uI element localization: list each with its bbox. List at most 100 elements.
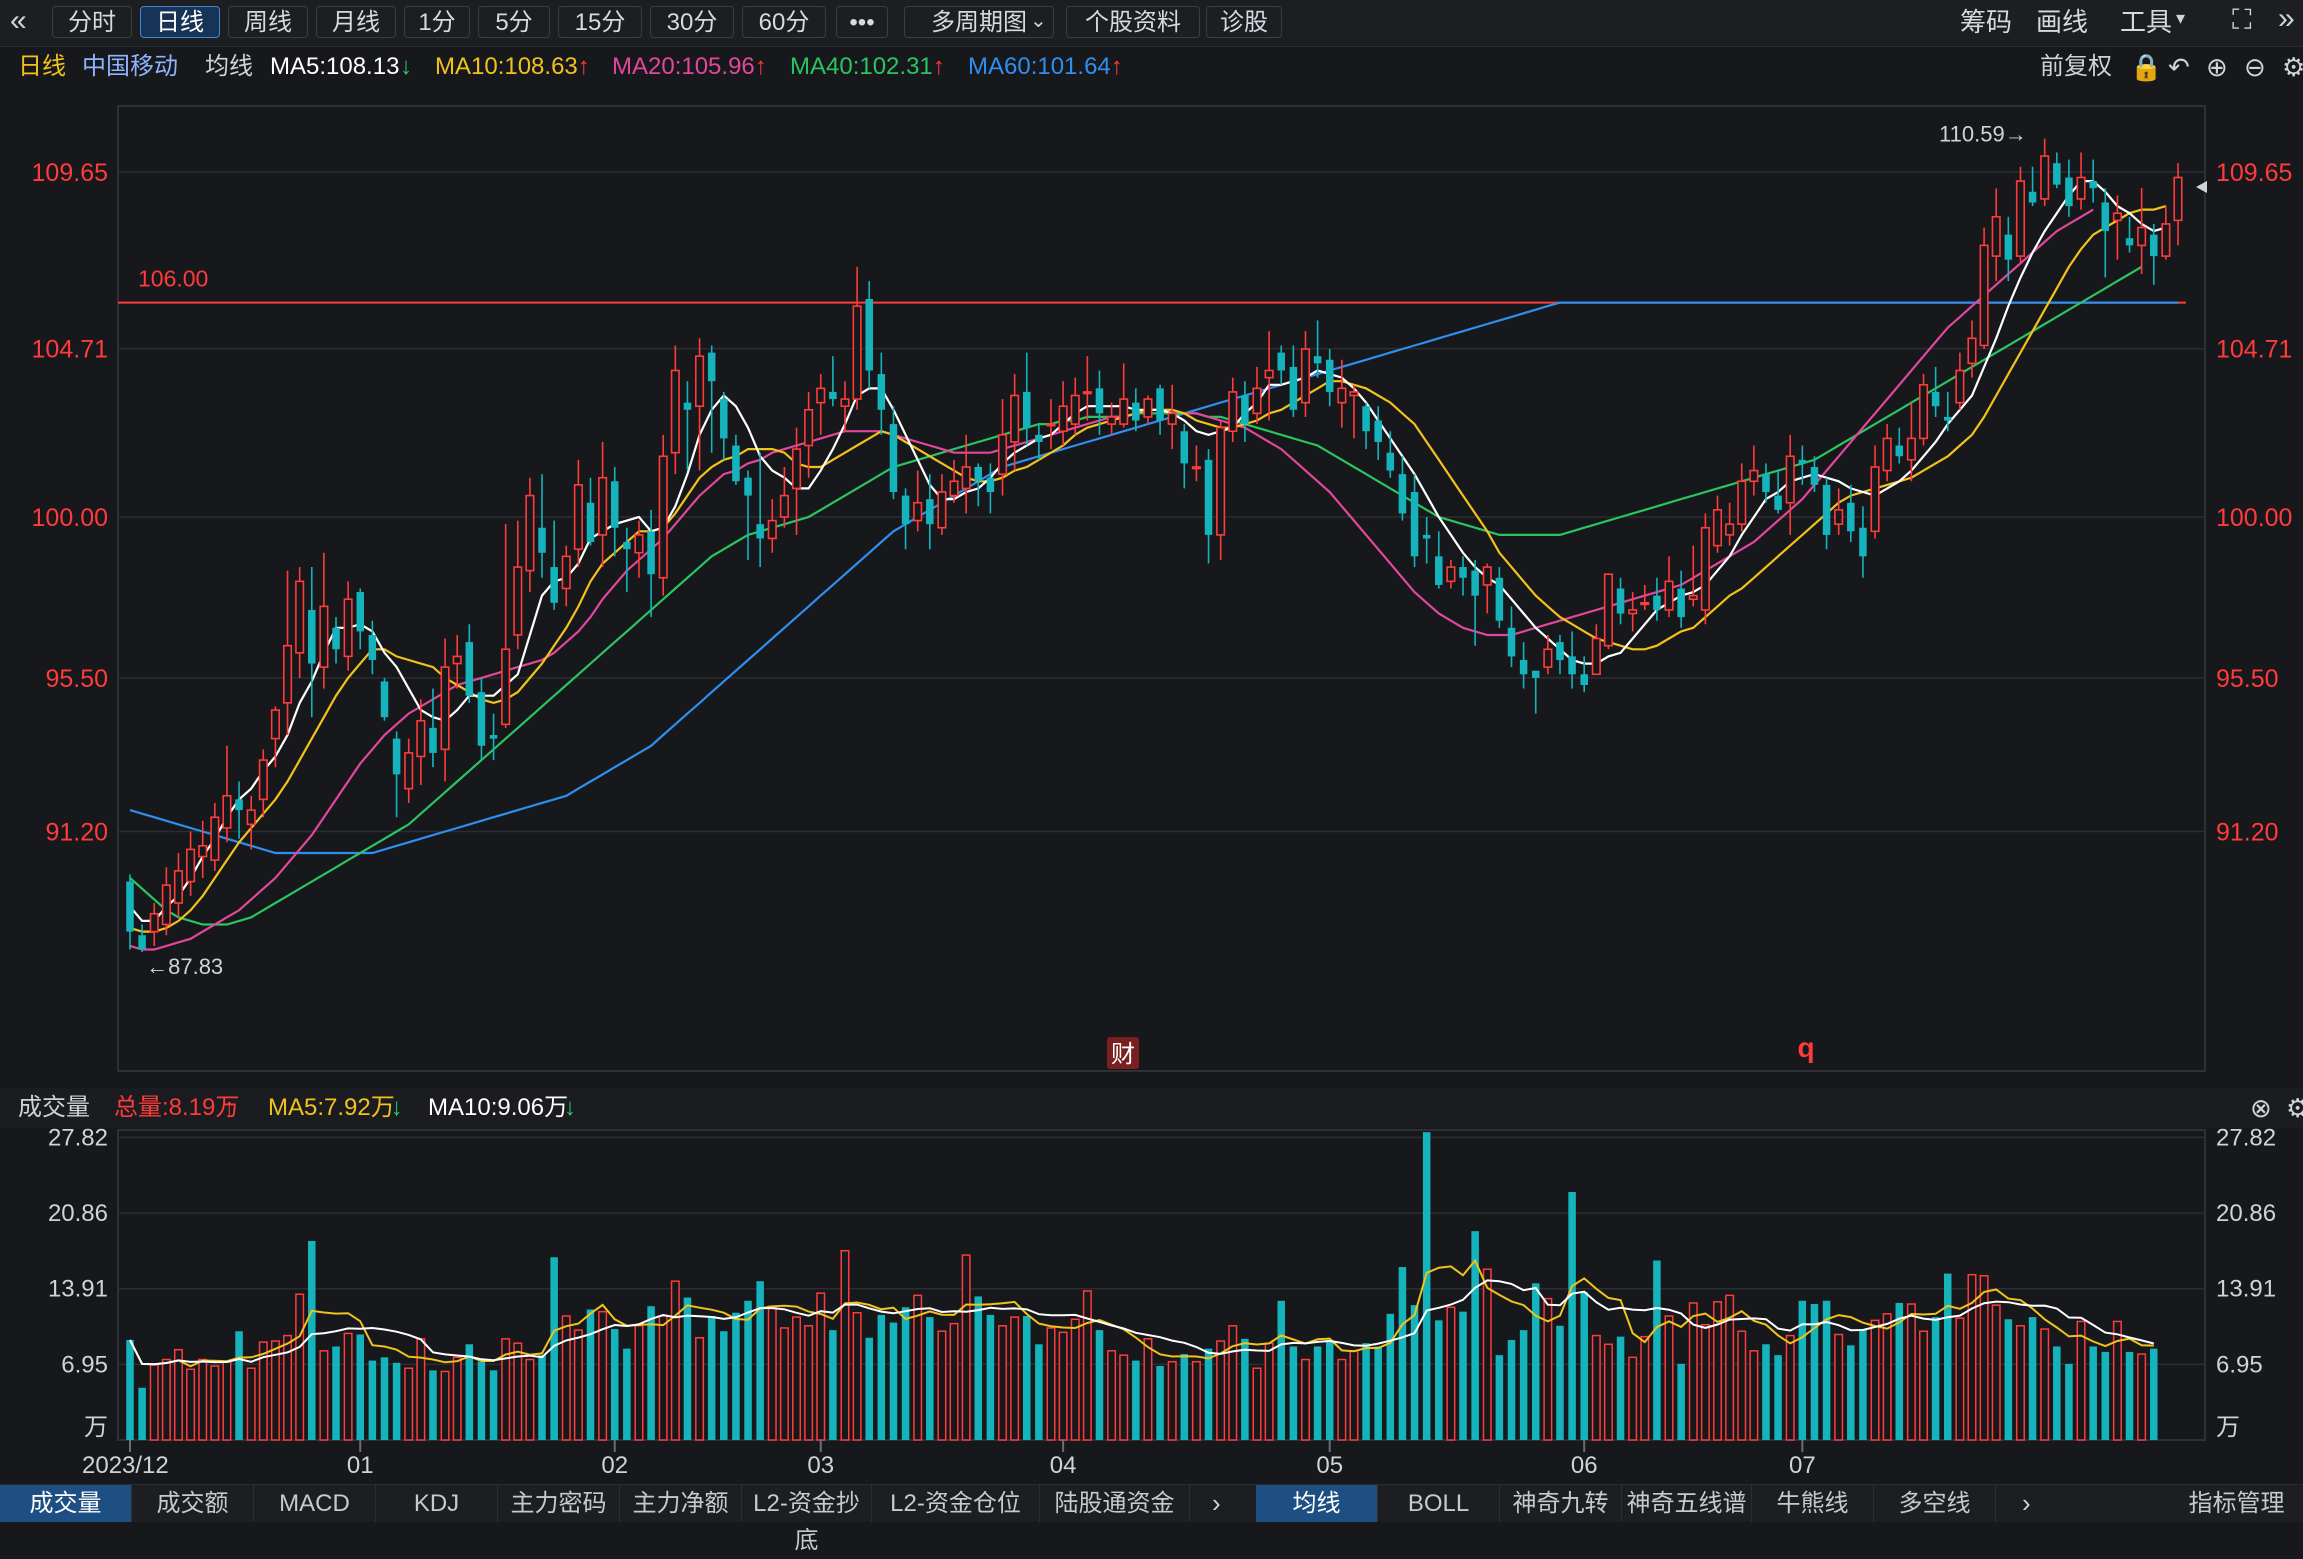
volume-bar[interactable] [961,1254,971,1441]
tab-right-4[interactable]: 牛熊线 [1752,1485,1874,1522]
volume-bar[interactable] [683,1297,692,1440]
tab-left-5[interactable]: 主力净额 [620,1485,742,1522]
volume-bar[interactable] [1180,1354,1189,1440]
volume-bar[interactable] [1216,1340,1226,1441]
tab-left-8[interactable]: 陆股通资金 [1040,1485,1190,1522]
volume-bar[interactable] [429,1370,437,1440]
volume-bar[interactable] [1531,1283,1540,1440]
tab-left-0[interactable]: 成交量 [0,1485,132,1522]
volume-bar[interactable] [573,1329,583,1441]
volume-bar[interactable] [1859,1329,1867,1440]
volume-bar[interactable] [986,1314,995,1440]
volume-bar[interactable] [1979,1275,1989,1441]
volume-bar[interactable] [319,1350,329,1441]
tab-left-2[interactable]: MACD [254,1485,376,1522]
volume-bar[interactable] [1156,1366,1164,1440]
volume-bar[interactable] [452,1356,462,1441]
volume-bar[interactable] [1906,1303,1916,1441]
volume-bar[interactable] [1035,1344,1043,1440]
volume-bar[interactable] [2065,1363,2073,1440]
volume-bar[interactable] [1277,1300,1285,1440]
chevron-right-icon[interactable]: › [1212,1485,1221,1522]
volume-bar[interactable] [1046,1327,1056,1441]
volume-bar[interactable] [1519,1330,1528,1440]
volume-bar[interactable] [1834,1333,1844,1441]
volume-bar[interactable] [1325,1339,1334,1440]
volume-bar[interactable] [295,1293,305,1441]
volume-bar[interactable] [1374,1346,1382,1440]
volume-bar[interactable] [889,1322,898,1440]
candle[interactable] [1700,513,1710,625]
volume-bar[interactable] [2101,1351,2110,1440]
volume-bar[interactable] [2125,1351,2134,1440]
volume-bar[interactable] [744,1300,752,1440]
volume-bar[interactable] [756,1281,764,1440]
volume-bar[interactable] [1398,1267,1407,1440]
volume-bar[interactable] [1410,1305,1419,1440]
volume-bar[interactable] [1082,1290,1092,1441]
volume-bar[interactable] [767,1305,777,1441]
volume-bar[interactable] [332,1346,340,1440]
settings-icon[interactable]: ⚙ [2286,1090,2303,1126]
volume-bar[interactable] [1300,1358,1310,1441]
volume-bar[interactable] [2053,1346,2061,1440]
volume-bar[interactable] [670,1280,680,1441]
volume-bar[interactable] [1204,1348,1213,1440]
volume-bar[interactable] [829,1330,837,1440]
volume-bar[interactable] [1070,1318,1080,1441]
volume-bar[interactable] [1955,1317,1965,1441]
volume-bar[interactable] [465,1344,474,1440]
volume-bar[interactable] [1264,1342,1274,1441]
volume-bar[interactable] [1386,1313,1395,1440]
volume-bar[interactable] [416,1338,426,1441]
volume-bar[interactable] [1495,1355,1504,1440]
volume-bar[interactable] [1095,1330,1104,1440]
volume-bar[interactable] [222,1360,232,1441]
q-marker[interactable]: q [1797,1032,1814,1063]
volume-bar[interactable] [1931,1317,1940,1440]
volume-bar[interactable] [1798,1300,1807,1440]
candle[interactable] [658,434,668,596]
volume-bar[interactable] [1943,1273,1952,1440]
tab-right-2[interactable]: 神奇九转 [1500,1485,1622,1522]
volume-bar[interactable] [1616,1336,1625,1440]
volume-bar[interactable] [1568,1192,1576,1440]
volume-bar[interactable] [126,1339,134,1440]
volume-bar[interactable] [695,1337,705,1441]
finance-event-marker[interactable]: 财 [1107,1037,1139,1069]
volume-bar[interactable] [926,1317,934,1440]
volume-bar[interactable] [246,1367,256,1441]
volume-bar[interactable] [1653,1260,1661,1440]
volume-bar[interactable] [1337,1358,1347,1441]
volume-bar[interactable] [1143,1338,1153,1441]
volume-bar[interactable] [1919,1330,1929,1441]
volume-bar[interactable] [1313,1346,1322,1440]
volume-bar[interactable] [2004,1319,2013,1440]
tab-right-1[interactable]: BOLL [1378,1485,1500,1522]
volume-bar[interactable] [1628,1356,1638,1441]
volume-bar[interactable] [440,1370,450,1441]
volume-bar[interactable] [901,1307,910,1440]
volume-bar[interactable] [186,1368,196,1441]
volume-bar[interactable] [732,1312,740,1440]
volume-bar[interactable] [1482,1268,1492,1441]
volume-bar[interactable] [1700,1323,1710,1441]
candle[interactable] [1603,573,1613,650]
tab-left-4[interactable]: 主力密码 [498,1485,620,1522]
volume-bar[interactable] [161,1358,171,1441]
volume-bar[interactable] [1191,1360,1201,1441]
candle[interactable] [2015,166,2026,264]
volume-bar[interactable] [1580,1292,1588,1440]
volume-bar[interactable] [1058,1331,1068,1441]
volume-bar[interactable] [525,1358,535,1441]
volume-bar[interactable] [392,1362,401,1440]
volume-bar[interactable] [1289,1346,1298,1440]
volume-bar[interactable] [1785,1334,1795,1441]
volume-bar[interactable] [1640,1335,1650,1441]
volume-bar[interactable] [538,1355,546,1440]
volume-bar[interactable] [2028,1317,2037,1440]
volume-bar[interactable] [1603,1343,1613,1441]
volume-bar[interactable] [368,1360,377,1440]
close-icon[interactable]: ⊗ [2250,1090,2272,1126]
volume-bar[interactable] [404,1367,414,1441]
